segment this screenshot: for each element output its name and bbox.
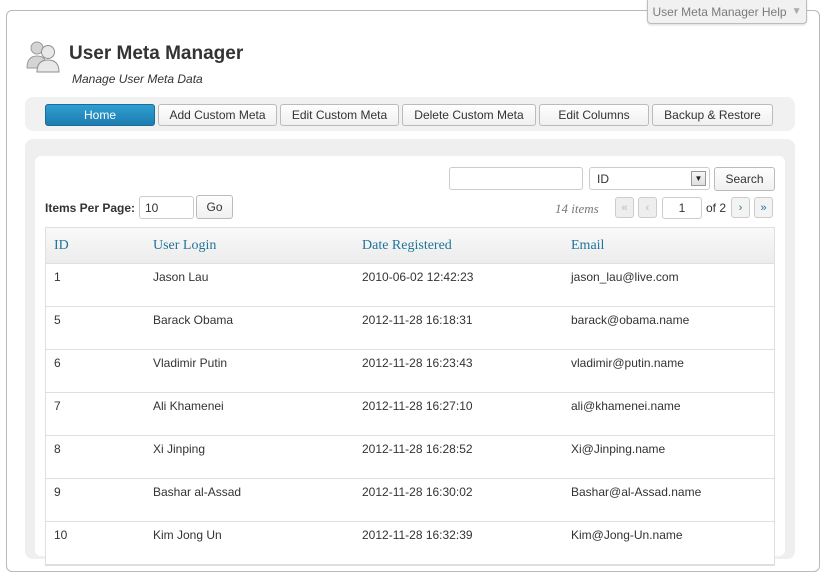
cell-id: 10 bbox=[54, 528, 68, 542]
cell-date-registered: 2010-06-02 12:42:23 bbox=[362, 270, 474, 284]
cell-email: vladimir@putin.name bbox=[571, 356, 684, 370]
column-header-id[interactable]: ID bbox=[54, 238, 69, 254]
cell-date-registered: 2012-11-28 16:27:10 bbox=[362, 399, 473, 413]
table-row[interactable]: 9 Bashar al-Assad 2012-11-28 16:30:02 Ba… bbox=[46, 479, 774, 522]
page-subtitle: Manage User Meta Data bbox=[72, 72, 203, 86]
help-tab[interactable]: User Meta Manager Help ▼ bbox=[647, 0, 807, 24]
backup-restore-button[interactable]: Backup & Restore bbox=[652, 104, 773, 126]
table-row[interactable]: 5 Barack Obama 2012-11-28 16:18:31 barac… bbox=[46, 307, 774, 350]
first-page-button[interactable]: « bbox=[615, 197, 634, 218]
cell-id: 7 bbox=[54, 399, 61, 413]
items-per-page-label: Items Per Page: bbox=[45, 201, 136, 215]
next-page-button[interactable]: › bbox=[731, 197, 750, 218]
cell-date-registered: 2012-11-28 16:30:02 bbox=[362, 485, 473, 499]
cell-date-registered: 2012-11-28 16:23:43 bbox=[362, 356, 473, 370]
cell-id: 8 bbox=[54, 442, 61, 456]
cell-user-login: Jason Lau bbox=[153, 270, 209, 284]
page-title: User Meta Manager bbox=[69, 43, 244, 64]
cell-email: ali@khamenei.name bbox=[571, 399, 681, 413]
table-row[interactable]: 1 Jason Lau 2010-06-02 12:42:23 jason_la… bbox=[46, 264, 774, 307]
column-header-date-registered[interactable]: Date Registered bbox=[362, 238, 452, 254]
cell-user-login: Kim Jong Un bbox=[153, 528, 222, 542]
cell-user-login: Vladimir Putin bbox=[153, 356, 228, 370]
cell-user-login: Barack Obama bbox=[153, 313, 234, 327]
go-button[interactable]: Go bbox=[196, 195, 233, 219]
home-button[interactable]: Home bbox=[45, 104, 155, 126]
dropdown-arrow-icon[interactable]: ▼ bbox=[691, 171, 706, 186]
cell-user-login: Ali Khamenei bbox=[153, 399, 224, 413]
edit-custom-meta-button[interactable]: Edit Custom Meta bbox=[280, 104, 399, 126]
cell-id: 9 bbox=[54, 485, 61, 499]
items-per-page-input[interactable]: 10 bbox=[139, 196, 194, 219]
cell-date-registered: 2012-11-28 16:18:31 bbox=[362, 313, 473, 327]
column-header-email[interactable]: Email bbox=[571, 238, 604, 254]
table-header: ID User Login Date Registered Email bbox=[46, 228, 774, 264]
users-table: ID User Login Date Registered Email 1 Ja… bbox=[45, 227, 775, 566]
cell-user-login: Xi Jinping bbox=[153, 442, 206, 456]
items-count: 14 items bbox=[555, 201, 599, 216]
cell-email: Bashar@al-Assad.name bbox=[571, 485, 702, 499]
cell-id: 5 bbox=[54, 313, 61, 327]
table-row[interactable]: 10 Kim Jong Un 2012-11-28 16:32:39 Kim@J… bbox=[46, 522, 774, 565]
total-pages: of 2 bbox=[706, 201, 727, 215]
cell-user-login: Bashar al-Assad bbox=[153, 485, 242, 499]
search-field-select[interactable]: ID ▼ bbox=[589, 167, 710, 190]
delete-custom-meta-button[interactable]: Delete Custom Meta bbox=[402, 104, 536, 126]
add-custom-meta-button[interactable]: Add Custom Meta bbox=[158, 104, 277, 126]
last-page-button[interactable]: » bbox=[754, 197, 773, 218]
cell-email: jason_lau@live.com bbox=[571, 270, 679, 284]
cell-email: barack@obama.name bbox=[571, 313, 690, 327]
cell-date-registered: 2012-11-28 16:32:39 bbox=[362, 528, 473, 542]
cell-date-registered: 2012-11-28 16:28:52 bbox=[362, 442, 473, 456]
column-header-user-login[interactable]: User Login bbox=[153, 238, 216, 254]
help-tab-label: User Meta Manager Help bbox=[652, 4, 787, 19]
search-field-value: ID bbox=[597, 171, 609, 186]
cell-email: Kim@Jong-Un.name bbox=[571, 528, 683, 542]
prev-page-button[interactable]: ‹ bbox=[638, 197, 657, 218]
table-row[interactable]: 7 Ali Khamenei 2012-11-28 16:27:10 ali@k… bbox=[46, 393, 774, 436]
cell-id: 1 bbox=[54, 270, 61, 284]
cell-id: 6 bbox=[54, 356, 61, 370]
table-row[interactable]: 8 Xi Jinping 2012-11-28 16:28:52 Xi@Jinp… bbox=[46, 436, 774, 479]
edit-columns-button[interactable]: Edit Columns bbox=[539, 104, 649, 126]
table-row[interactable]: 6 Vladimir Putin 2012-11-28 16:23:43 vla… bbox=[46, 350, 774, 393]
current-page-input[interactable]: 1 bbox=[662, 197, 702, 219]
search-button[interactable]: Search bbox=[714, 167, 775, 191]
chevron-down-icon: ▼ bbox=[791, 6, 802, 17]
users-icon bbox=[26, 41, 60, 73]
search-input[interactable] bbox=[449, 167, 583, 190]
cell-email: Xi@Jinping.name bbox=[571, 442, 666, 456]
